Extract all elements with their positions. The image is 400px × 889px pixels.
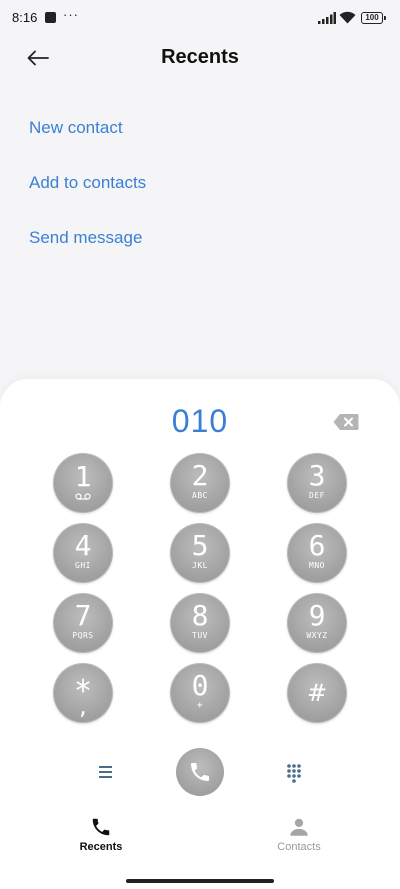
key-letters: + xyxy=(196,699,204,711)
key-letters: WXYZ xyxy=(306,630,328,640)
key-3[interactable]: 3 DEF xyxy=(287,453,347,513)
key-letters: GHI xyxy=(75,560,91,570)
key-digit: 7 xyxy=(74,598,92,632)
key-letters: MNO xyxy=(309,560,325,570)
key-letters: DEF xyxy=(309,490,325,500)
phone-icon xyxy=(191,763,209,781)
key-digit: 1 xyxy=(74,459,92,493)
page-title: Recents xyxy=(161,46,239,68)
voicemail-icon xyxy=(75,492,91,500)
status-time: 8:16 xyxy=(12,10,38,25)
tab-recents-label: Recents xyxy=(79,841,123,853)
dialpad-icon xyxy=(287,764,301,783)
home-indicator[interactable] xyxy=(126,879,274,883)
person-icon xyxy=(290,818,308,836)
call-button[interactable] xyxy=(176,748,224,796)
key-digit: 6 xyxy=(308,528,326,562)
key-digit: 9 xyxy=(308,598,326,632)
key-digit: 4 xyxy=(74,528,92,562)
add-to-contacts-link[interactable]: Add to contacts xyxy=(29,173,146,193)
key-digit: 0 xyxy=(191,668,209,702)
key-letters: TUV xyxy=(192,630,208,640)
wifi-icon xyxy=(339,11,356,24)
key-hash[interactable]: # xyxy=(287,663,347,723)
tab-recents[interactable]: Recents xyxy=(46,816,156,853)
key-letters: JKL xyxy=(192,560,208,570)
battery-icon: 100 xyxy=(361,12,386,24)
key-digit: 5 xyxy=(191,528,209,562)
tab-contacts[interactable]: Contacts xyxy=(244,816,354,853)
new-contact-link[interactable]: New contact xyxy=(29,118,123,138)
key-7[interactable]: 7 PQRS xyxy=(53,593,113,653)
phone-icon xyxy=(92,818,110,836)
key-2[interactable]: 2 ABC xyxy=(170,453,230,513)
menu-icon xyxy=(99,766,112,778)
delete-button[interactable] xyxy=(333,413,359,431)
key-digit: # xyxy=(306,679,328,707)
notification-icon xyxy=(45,12,56,23)
key-9[interactable]: 9 WXYZ xyxy=(287,593,347,653)
tab-contacts-label: Contacts xyxy=(277,841,321,853)
key-4[interactable]: 4 GHI xyxy=(53,523,113,583)
backspace-icon xyxy=(333,414,359,430)
key-letters: PQRS xyxy=(72,630,94,640)
key-letters: ABC xyxy=(192,490,208,500)
key-letters: , xyxy=(79,692,87,720)
key-0[interactable]: 0 + xyxy=(170,663,230,723)
key-digit: 3 xyxy=(308,458,326,492)
key-5[interactable]: 5 JKL xyxy=(170,523,230,583)
key-1[interactable]: 1 xyxy=(53,453,113,513)
signal-icon xyxy=(318,12,336,24)
more-notifications-icon: ··· xyxy=(63,7,79,22)
send-message-link[interactable]: Send message xyxy=(29,228,142,248)
key-digit: 2 xyxy=(191,458,209,492)
dialpad-toggle-button[interactable] xyxy=(284,763,304,783)
menu-button[interactable] xyxy=(96,763,116,781)
key-8[interactable]: 8 TUV xyxy=(170,593,230,653)
key-star[interactable]: * , xyxy=(53,663,113,723)
key-6[interactable]: 6 MNO xyxy=(287,523,347,583)
key-digit: 8 xyxy=(191,598,209,632)
status-bar: 8:16 ··· 100 xyxy=(0,0,400,36)
